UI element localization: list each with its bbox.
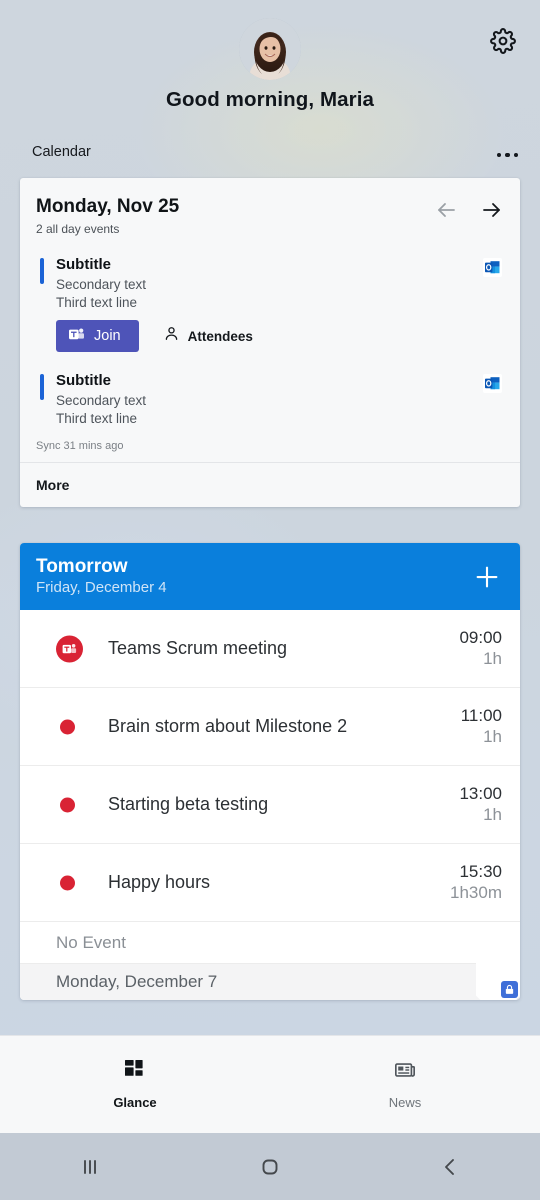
attendees-button[interactable]: Attendees [163,325,253,347]
agenda-actions: Join Attendees [56,320,500,352]
agenda-third-text: Third text line [56,411,138,426]
dot [513,152,518,158]
calendar-card-header: Monday, Nov 25 2 all day events [20,178,520,246]
agenda-secondary-text: Secondary text [56,277,147,292]
event-time: 09:00 1h [459,628,502,668]
gear-icon[interactable] [490,28,516,54]
lock-icon [501,981,518,998]
next-day-label: Monday, December 7 [56,972,218,991]
tab-label: News [388,1095,422,1110]
event-time: 11:00 1h [461,706,502,746]
event-start-time: 09:00 [459,628,502,648]
event-accent-bar [40,258,44,284]
dot-icon [60,875,75,890]
tab-glance[interactable]: Glance [0,1036,270,1133]
recents-icon[interactable] [0,1153,180,1181]
event-name: Happy hours [108,872,211,892]
calendar-date: Monday, Nov 25 [36,196,180,217]
join-button[interactable]: Join [56,320,139,352]
news-icon [394,1059,416,1086]
event-duration: 1h [483,726,502,746]
event-start-time: 15:30 [459,862,502,882]
agenda-secondary-text: Secondary text [56,393,147,408]
next-day-row[interactable]: Monday, December 7 [20,964,520,1000]
arrow-right-icon[interactable] [480,198,504,222]
calendar-section-header: Calendar [22,140,518,170]
tomorrow-card-header: Tomorrow Friday, December 4 [20,543,520,610]
app-scroll-area: Good morning, Maria Calendar Monday, Nov… [0,0,540,1035]
avatar-image [239,18,301,80]
event-duration: 1h [483,648,502,668]
arrow-left-icon[interactable] [434,198,458,222]
bottom-tab-bar: Glance News [0,1035,540,1133]
more-button[interactable]: More [20,462,520,507]
dashboard-icon [124,1059,146,1086]
tomorrow-title: Tomorrow [36,556,128,577]
event-start-time: 11:00 [460,706,502,726]
dot [505,152,510,158]
event-duration: 1h30m [450,882,502,902]
table-row[interactable]: Happy hours 15:30 1h30m [20,844,520,922]
event-time: 13:00 1h [459,784,502,824]
home-icon[interactable] [180,1153,360,1181]
event-name: Teams Scrum meeting [108,638,288,658]
outlook-icon [483,374,502,393]
teams-icon [56,635,83,662]
tomorrow-date: Friday, December 4 [36,579,167,596]
agenda-third-text: Third text line [56,295,138,310]
table-row[interactable]: Starting beta testing 13:00 1h [20,766,520,844]
section-title: Calendar [32,144,91,160]
event-duration: 1h [483,804,502,824]
tab-label: Glance [113,1095,157,1110]
event-start-time: 13:00 [459,784,502,804]
tomorrow-card: Tomorrow Friday, December 4 Teams Scrum … [20,543,520,1000]
teams-icon [68,326,85,347]
back-icon[interactable] [360,1153,540,1181]
outlook-icon [483,258,502,277]
dot-icon [60,797,75,812]
agenda-item[interactable]: Subtitle Secondary text Third text line [20,358,520,432]
agenda-item[interactable]: Subtitle Secondary text Third text line [20,246,520,358]
calendar-allday-summary: 2 all day events [36,222,120,236]
plus-icon[interactable] [472,562,502,592]
greeting-text: Good morning, Maria [165,88,375,111]
sync-status: Sync 31 mins ago [36,440,124,452]
event-time: 15:30 1h30m [450,862,502,902]
tab-news[interactable]: News [270,1036,540,1133]
join-button-label: Join [94,328,121,344]
attendees-label: Attendees [187,328,253,344]
table-row[interactable]: Teams Scrum meeting 09:00 1h [20,610,520,688]
event-name: Starting beta testing [108,794,269,814]
event-accent-bar [40,374,44,400]
avatar[interactable] [239,18,301,80]
calendar-card: Monday, Nov 25 2 all day events Subtitle [20,178,520,507]
more-horizontal-icon[interactable] [488,145,518,165]
event-name: Brain storm about Milestone 2 [108,716,348,736]
table-row[interactable]: Brain storm about Milestone 2 11:00 1h [20,688,520,766]
agenda-title: Subtitle [56,256,111,273]
no-event-row: No Event [20,922,520,964]
dot [496,152,501,158]
agenda-title: Subtitle [56,372,111,389]
android-system-nav [0,1133,540,1200]
dot-icon [60,719,75,734]
profile-header: Good morning, Maria [0,0,540,140]
person-icon [163,325,180,347]
calendar-nav [434,198,504,222]
